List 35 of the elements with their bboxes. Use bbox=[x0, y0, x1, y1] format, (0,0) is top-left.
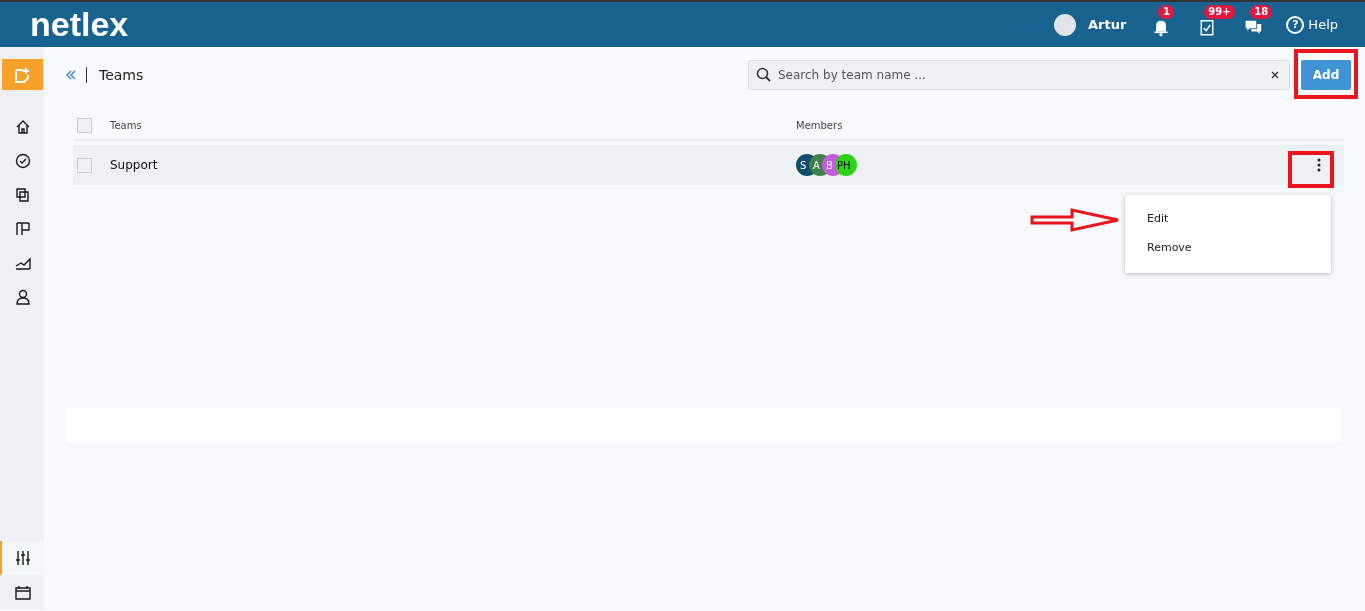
sliders-icon bbox=[14, 549, 32, 567]
home-icon bbox=[14, 118, 32, 136]
search-icon bbox=[756, 67, 771, 82]
check-circle-icon bbox=[14, 152, 32, 170]
highlight-frame bbox=[1294, 49, 1358, 99]
select-all-checkbox[interactable] bbox=[77, 117, 92, 133]
person-icon bbox=[14, 288, 32, 306]
menu-item[interactable]: Remove bbox=[1125, 234, 1331, 263]
double-chevron-icon[interactable] bbox=[66, 70, 76, 80]
column-header: Teams bbox=[110, 119, 142, 131]
document-plus-icon bbox=[13, 65, 31, 84]
avatar[interactable] bbox=[1054, 13, 1076, 36]
count-badge: 99+ bbox=[1204, 4, 1235, 19]
search-field[interactable]: Search by team name ... bbox=[748, 60, 1290, 90]
team-name[interactable]: Support bbox=[110, 158, 158, 172]
highlight-frame bbox=[1288, 151, 1334, 188]
sidebar-item[interactable] bbox=[0, 541, 44, 575]
page-title: Teams bbox=[99, 67, 145, 83]
board-icon bbox=[14, 220, 32, 238]
menu-item[interactable]: Edit bbox=[1125, 205, 1331, 234]
clear-icon[interactable] bbox=[1271, 71, 1279, 79]
more-options-icon[interactable] bbox=[1317, 158, 1321, 172]
user-name[interactable]: Artur bbox=[1088, 17, 1127, 32]
column-header: Members bbox=[796, 119, 843, 131]
count-badge: 18 bbox=[1250, 4, 1273, 19]
member-avatar: PH bbox=[835, 154, 857, 176]
bell-icon[interactable] bbox=[1152, 19, 1171, 38]
help-link[interactable]: Help bbox=[1308, 17, 1338, 32]
logo: netlex bbox=[30, 5, 129, 44]
help-icon[interactable]: ? bbox=[1286, 15, 1305, 34]
row-checkbox[interactable] bbox=[77, 157, 92, 173]
calendar-icon bbox=[14, 583, 32, 601]
count-badge: 1 bbox=[1158, 4, 1175, 19]
line-chart-icon bbox=[14, 254, 32, 272]
documents-icon bbox=[14, 186, 32, 204]
